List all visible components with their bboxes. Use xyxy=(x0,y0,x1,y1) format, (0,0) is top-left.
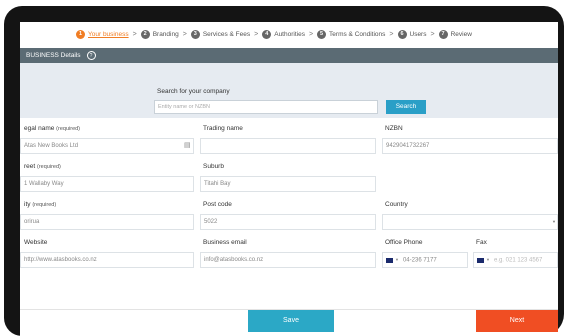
section-header: BUSINESS Details ? xyxy=(20,48,558,63)
nzbn-field[interactable]: 9429041732267 xyxy=(382,138,558,154)
step-number: 2 xyxy=(140,29,150,39)
step-number: 3 xyxy=(190,29,200,39)
business-email-label: Business email xyxy=(203,239,247,246)
business-email-field[interactable]: info@atasbooks.co.nz xyxy=(200,252,376,268)
city-field[interactable]: orirua xyxy=(20,214,194,230)
field-value: info@atasbooks.co.nz xyxy=(204,257,264,263)
field-value: http://www.atasbooks.co.nz xyxy=(24,257,97,263)
field-value: Atas New Books Ltd xyxy=(24,143,79,149)
info-icon[interactable]: ? xyxy=(86,51,96,60)
office-phone-label: Office Phone xyxy=(385,239,423,246)
field-value: 04-236 7177 xyxy=(402,257,437,264)
chevron-right-icon: > xyxy=(254,30,259,38)
step-label: Terms & Conditions xyxy=(329,30,386,38)
device-frame: 1 Your business > 2 Branding > 3 Service… xyxy=(4,6,564,336)
nzbn-label: NZBN xyxy=(385,125,403,132)
chevron-right-icon: > xyxy=(389,30,394,38)
street-field[interactable]: 1 Wallaby Way xyxy=(20,176,194,192)
fax-field[interactable]: ▼ e.g. 021 123 4567 xyxy=(473,252,558,268)
step-number: 5 xyxy=(317,29,327,39)
field-value: Titahi Bay xyxy=(204,181,231,187)
step-your-business[interactable]: 1 Your business xyxy=(76,29,129,39)
step-terms-conditions[interactable]: 5 Terms & Conditions xyxy=(317,29,386,39)
city-label: ity (required) xyxy=(24,201,56,208)
chevron-down-icon: ▼ xyxy=(552,219,556,224)
label-text: reet xyxy=(24,163,36,170)
required-marker: (required) xyxy=(32,202,57,208)
nz-flag-icon[interactable] xyxy=(477,257,484,263)
app-screen: 1 Your business > 2 Branding > 3 Service… xyxy=(20,22,558,336)
chevron-right-icon: > xyxy=(132,30,137,38)
step-services-fees[interactable]: 3 Services & Fees xyxy=(190,29,251,39)
step-label: Your business xyxy=(88,30,129,38)
required-marker: (required) xyxy=(56,126,81,132)
save-button[interactable]: Save xyxy=(248,310,334,332)
next-button[interactable]: Next xyxy=(476,310,558,332)
search-button[interactable]: Search xyxy=(386,100,426,114)
label-text: egal name xyxy=(24,125,55,132)
country-select[interactable] xyxy=(382,214,558,230)
chevron-right-icon: > xyxy=(430,30,435,38)
street-label: reet (required) xyxy=(24,163,61,170)
step-number: 6 xyxy=(397,29,407,39)
search-label: Search for your company xyxy=(157,88,230,95)
step-users[interactable]: 6 Users xyxy=(397,29,427,39)
website-label: Website xyxy=(24,239,48,246)
legal-name-field[interactable]: Atas New Books Ltd xyxy=(20,138,194,154)
step-label: Authorities xyxy=(274,30,305,38)
trading-name-field[interactable] xyxy=(200,138,376,154)
step-label: Users xyxy=(409,30,427,38)
progress-stepper: 1 Your business > 2 Branding > 3 Service… xyxy=(76,27,472,41)
field-value: 9429041732267 xyxy=(386,143,430,149)
step-label: Services & Fees xyxy=(202,30,251,38)
label-text: ity xyxy=(24,201,31,208)
lookup-icon[interactable]: ▤ xyxy=(184,141,191,149)
caret-down-icon: ▼ xyxy=(486,257,490,262)
chevron-right-icon: > xyxy=(308,30,314,38)
legal-name-label: egal name (required) xyxy=(24,125,80,132)
office-phone-field[interactable]: ▼ 04-236 7177 xyxy=(382,252,468,268)
field-placeholder: e.g. 021 123 4567 xyxy=(493,257,543,264)
nz-flag-icon[interactable] xyxy=(386,257,393,263)
chevron-right-icon: > xyxy=(182,30,187,38)
country-label: Country xyxy=(385,201,408,208)
step-label: Branding xyxy=(152,30,179,38)
website-field[interactable]: http://www.atasbooks.co.nz xyxy=(20,252,194,268)
section-title: BUSINESS Details xyxy=(26,52,81,59)
field-value: 1 Wallaby Way xyxy=(24,181,64,187)
required-marker: (required) xyxy=(37,164,61,170)
step-authorities[interactable]: 4 Authorities xyxy=(262,29,305,39)
step-label: Review xyxy=(450,30,472,38)
post-code-field[interactable]: 5022 xyxy=(200,214,376,230)
suburb-field[interactable]: Titahi Bay xyxy=(200,176,376,192)
post-code-label: Post code xyxy=(203,201,232,208)
company-search-input[interactable]: Entity name or NZBN xyxy=(154,100,378,114)
trading-name-label: Trading name xyxy=(203,125,243,132)
field-value: orirua xyxy=(24,219,40,225)
fax-label: Fax xyxy=(476,239,487,246)
suburb-label: Suburb xyxy=(203,163,224,170)
step-number: 1 xyxy=(76,29,85,39)
field-value: 5022 xyxy=(204,219,218,225)
step-branding[interactable]: 2 Branding xyxy=(140,29,179,39)
caret-down-icon: ▼ xyxy=(395,257,399,262)
step-review[interactable]: 7 Review xyxy=(438,29,472,39)
step-number: 7 xyxy=(438,29,448,39)
step-number: 4 xyxy=(262,29,272,39)
